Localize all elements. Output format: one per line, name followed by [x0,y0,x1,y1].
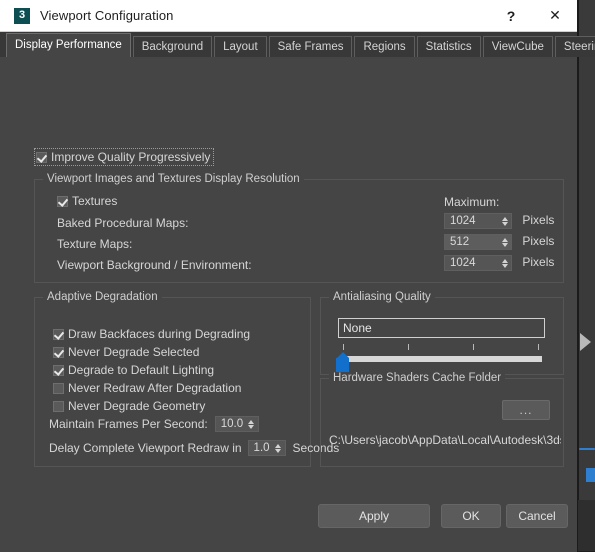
maintain-fps-label: Maintain Frames Per Second: [49,417,208,431]
tab-content-display-performance: Improve Quality Progressively Viewport I… [0,57,577,552]
background-blue-marker [586,468,595,482]
tab-layout[interactable]: Layout [214,36,267,57]
viewport-background-environment-spinner[interactable]: 1024 [444,255,512,271]
hardware-shaders-cache-folder-group: Hardware Shaders Cache Folder ... C:\Use… [320,372,564,467]
adaptive-degradation-group-label: Adaptive Degradation [43,291,162,303]
viewport-background-environment-units: Pixels [522,255,555,269]
delay-redraw-spinner[interactable]: 1.0 [247,440,286,456]
baked-procedural-maps-label: Baked Procedural Maps: [57,216,189,230]
spinner-value: 1.0 [253,442,270,454]
3dsmax-icon: 3 [14,7,30,24]
baked-procedural-maps-units: Pixels [522,213,555,227]
hardware-shaders-cache-group-label: Hardware Shaders Cache Folder [329,372,506,384]
tab-statistics[interactable]: Statistics [416,36,481,57]
checkbox-label: Degrade to Default Lighting [68,363,215,377]
viewport-images-group-label: Viewport Images and Textures Display Res… [43,173,304,185]
antialiasing-quality-value: None [343,321,372,335]
texture-maps-units: Pixels [522,234,555,248]
title-bar: 3 Viewport Configuration ? ✕ [0,0,577,32]
checkbox-label: Never Degrade Geometry [68,399,206,413]
viewport-configuration-dialog: 3 Viewport Configuration ? ✕ Display Per… [0,0,595,552]
baked-procedural-maps-spinner[interactable]: 1024 [444,213,512,229]
tab-regions[interactable]: Regions [354,36,415,57]
spinner-arrows-icon[interactable] [498,256,511,270]
spinner-arrows-icon[interactable] [272,441,285,455]
maximum-header: Maximum: [444,195,500,209]
browse-folder-button[interactable]: ... [502,400,550,420]
dialog-button-bar: Apply OK Cancel [0,496,578,552]
checkbox-indicator [53,364,64,376]
help-button[interactable]: ? [489,0,533,31]
spinner-value: 512 [450,236,470,248]
viewport-background-environment-label: Viewport Background / Environment: [57,258,252,272]
checkbox-indicator [53,400,64,412]
title-bar-buttons: ? ✕ [489,0,577,31]
checkbox-label: Never Degrade Selected [68,345,200,359]
improve-quality-progressively-checkbox[interactable]: Improve Quality Progressively [34,148,215,166]
background-expand-arrow-icon [580,333,591,351]
checkbox-indicator [36,151,47,163]
antialiasing-quality-field[interactable]: None [338,318,545,338]
cancel-button[interactable]: Cancel [506,504,568,528]
checkbox-indicator [57,195,68,207]
tab-steeringwheels[interactable]: SteeringWheels [554,36,595,57]
tab-background[interactable]: Background [132,36,213,57]
draw-backfaces-during-degrading-checkbox[interactable]: Draw Backfaces during Degrading [53,327,250,341]
spinner-value: 1024 [450,257,476,269]
background-lower-panel [578,500,595,551]
spinner-value: 10.0 [220,418,244,430]
spinner-arrows-icon[interactable] [245,417,258,431]
maintain-fps-spinner[interactable]: 10.0 [214,416,259,432]
antialiasing-quality-group-label: Antialiasing Quality [329,291,435,303]
checkbox-label: Draw Backfaces during Degrading [68,327,251,341]
cache-folder-path: C:\Users\jacob\AppData\Local\Autodesk\3d… [329,433,561,447]
window-title: Viewport Configuration [40,8,174,23]
never-degrade-selected-checkbox[interactable]: Never Degrade Selected [53,345,199,359]
texture-maps-label: Texture Maps: [57,237,133,251]
checkbox-indicator [53,382,64,394]
checkbox-indicator [53,328,64,340]
degrade-to-default-lighting-checkbox[interactable]: Degrade to Default Lighting [53,363,214,377]
apply-button[interactable]: Apply [318,504,430,528]
tab-strip: Display Performance Background Layout Sa… [0,32,595,57]
checkbox-indicator [53,346,64,358]
close-icon[interactable]: ✕ [533,0,577,31]
slider-ticks [335,344,547,350]
viewport-images-group: Viewport Images and Textures Display Res… [34,173,564,283]
tab-safe-frames[interactable]: Safe Frames [268,36,353,57]
slider-track[interactable] [339,356,542,362]
texture-maps-spinner[interactable]: 512 [444,234,512,250]
improve-quality-label: Improve Quality Progressively [51,150,211,164]
tab-viewcube[interactable]: ViewCube [482,36,553,57]
spinner-value: 1024 [450,215,476,227]
spinner-arrows-icon[interactable] [498,214,511,228]
antialiasing-quality-slider[interactable] [335,344,547,372]
checkbox-label: Never Redraw After Degradation [68,381,242,395]
ok-button[interactable]: OK [441,504,501,528]
textures-label: Textures [72,194,118,208]
adaptive-degradation-group: Adaptive Degradation Draw Backfaces duri… [34,291,339,467]
delay-redraw-label: Delay Complete Viewport Redraw in [49,441,242,455]
background-blue-line [579,448,595,450]
never-redraw-after-degradation-checkbox[interactable]: Never Redraw After Degradation [53,381,241,395]
antialiasing-quality-group: Antialiasing Quality None [320,291,564,375]
textures-checkbox[interactable]: Textures [57,194,117,208]
spinner-arrows-icon[interactable] [498,235,511,249]
tab-display-performance[interactable]: Display Performance [6,33,131,57]
slider-thumb[interactable] [336,352,349,372]
never-degrade-geometry-checkbox[interactable]: Never Degrade Geometry [53,399,205,413]
